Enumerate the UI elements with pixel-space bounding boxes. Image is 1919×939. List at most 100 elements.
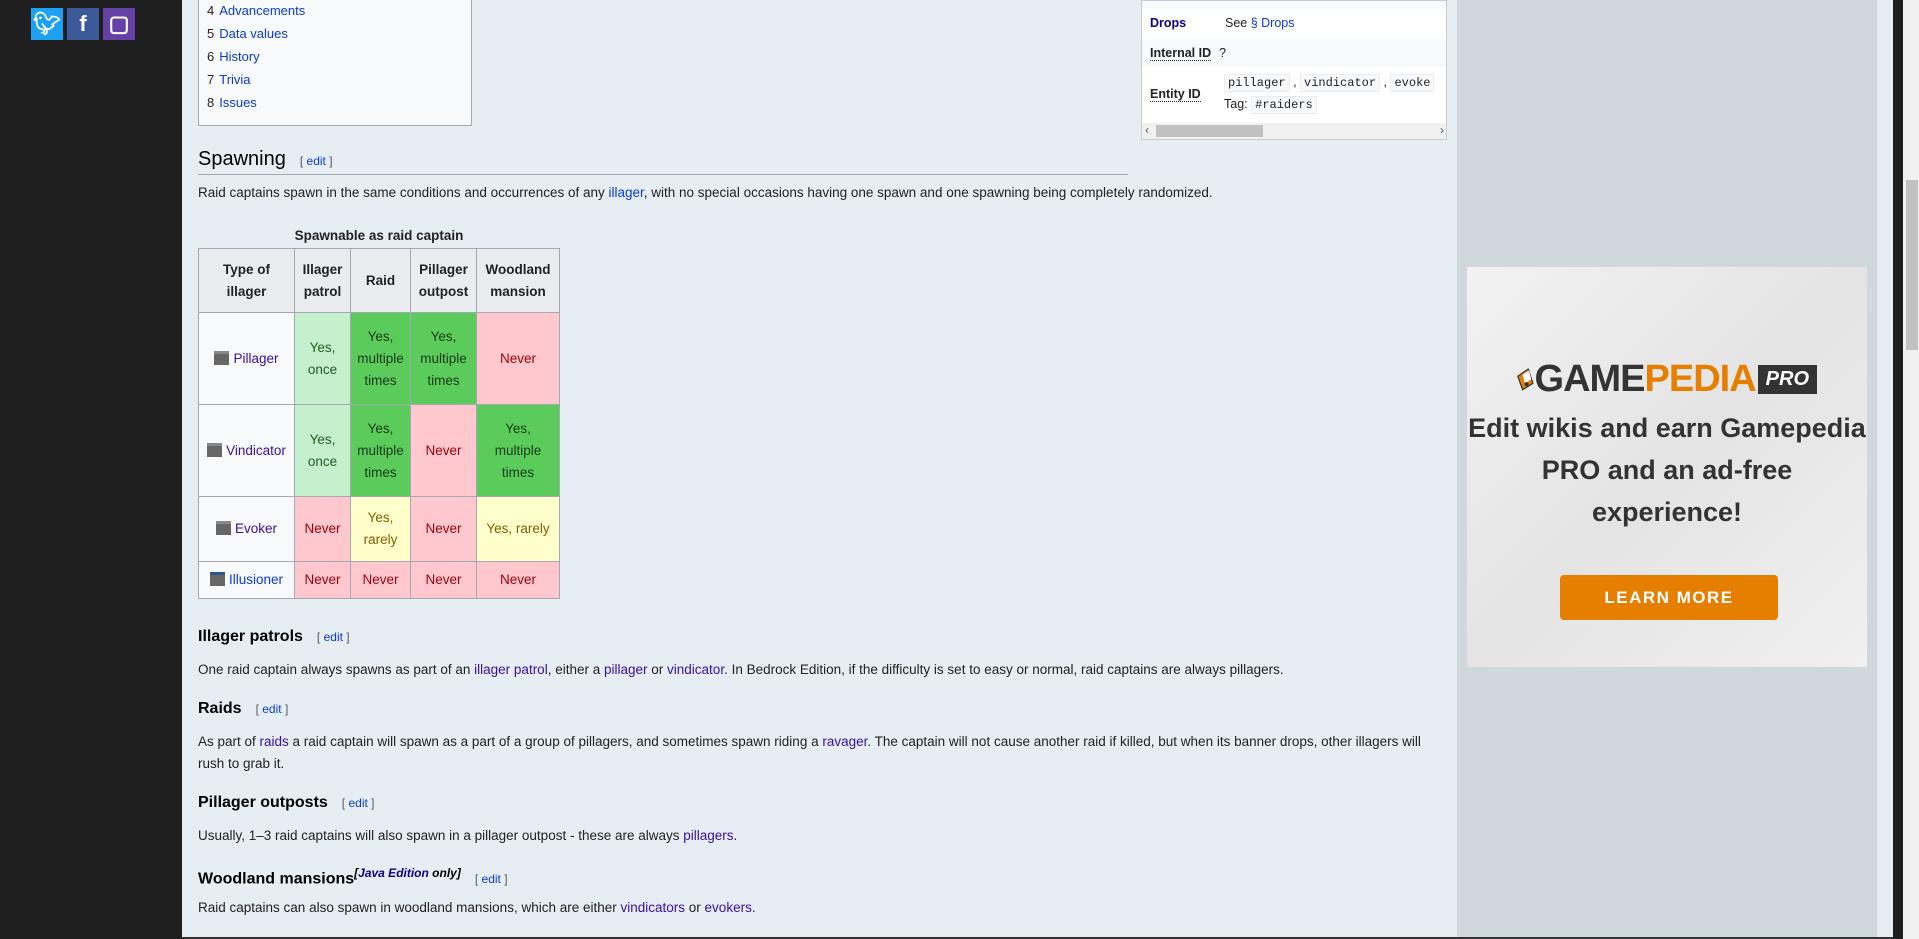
table-row: Pillager Yes, once Yes, multiple times Y…	[198, 312, 560, 405]
toc-link[interactable]: History	[219, 49, 259, 64]
gamepedia-book-icon	[1517, 368, 1534, 391]
gamepedia-pro-logo: GAME PEDIA PRO	[1517, 349, 1817, 409]
drops-prefix: See	[1225, 16, 1248, 30]
spawn-table: Type of illager Illager patrol Raid Pill…	[198, 248, 560, 599]
table-caption: Spawnable as raid captain	[294, 228, 464, 243]
social-links: 🐦︎ f ▢	[31, 8, 135, 40]
tag-value: #raiders	[1251, 96, 1317, 114]
toc-link[interactable]: Issues	[219, 95, 257, 110]
evoker-icon	[215, 521, 231, 535]
scroll-right-icon[interactable]: ›	[1440, 123, 1444, 137]
table-row: Vindicator Yes, once Yes, multiple times…	[198, 404, 560, 497]
section-heading-pillager-outposts: Pillager outposts[ edit ]	[198, 794, 375, 811]
edit-link[interactable]: edit	[482, 872, 501, 886]
table-cell: Yes, rarely	[350, 496, 411, 562]
table-cell: Never	[476, 561, 560, 599]
column-header: Raid	[350, 248, 411, 313]
edit-link[interactable]: edit	[262, 702, 281, 716]
twitch-icon[interactable]: ▢	[103, 8, 135, 40]
pillagers-link[interactable]: pillagers	[683, 828, 733, 843]
section-heading-woodland-mansions: Woodland mansions[Java Edition only][ ed…	[198, 866, 508, 888]
table-cell: Yes, multiple times	[410, 312, 477, 405]
mob-link[interactable]: Illusioner	[229, 572, 283, 587]
vindicators-link[interactable]: vindicators	[621, 900, 686, 915]
ad-headline: Edit wikis and earn Gamepedia PRO and an…	[1468, 413, 1866, 527]
column-header: Type of illager	[198, 248, 295, 313]
toc-item[interactable]: 6 History	[207, 45, 471, 68]
mob-link[interactable]: Evoker	[235, 521, 277, 536]
table-cell: Never	[350, 561, 411, 599]
infobox: Drops See § Drops Internal ID? Entity ID …	[1141, 0, 1447, 140]
patrols-paragraph: One raid captain always spawns as part o…	[198, 662, 1284, 677]
infobox-scroll-thumb[interactable]	[1156, 125, 1263, 137]
toc-item[interactable]: 4 Advancements	[207, 0, 471, 22]
gutter	[1877, 0, 1893, 937]
learn-more-button[interactable]: LEARN MORE	[1560, 575, 1778, 620]
scrollbar[interactable]	[1903, 0, 1919, 939]
table-of-contents: 4 Advancements 5 Data values 6 History 7 Tri…	[198, 0, 472, 126]
table-row: Evoker Never Yes, rarely Never Yes, rare…	[198, 496, 560, 562]
table-cell: Yes, once	[294, 312, 351, 405]
evokers-link[interactable]: evokers	[705, 900, 752, 915]
toc-num: 8	[207, 95, 215, 110]
table-cell: Yes, multiple times	[350, 404, 411, 497]
vindicator-link[interactable]: vindicator	[667, 662, 724, 677]
edit-link[interactable]: edit	[348, 796, 367, 810]
entity-id: vindicator	[1300, 74, 1381, 92]
table-cell: Never	[294, 561, 351, 599]
tag-label: Tag:	[1224, 97, 1248, 111]
illusioner-icon	[209, 572, 225, 586]
facebook-icon[interactable]: f	[67, 8, 99, 40]
toc-link[interactable]: Trivia	[219, 72, 250, 87]
pillager-icon	[214, 350, 230, 365]
raids-paragraph: As part of raids a raid captain will spa…	[198, 734, 1421, 771]
toc-num: 7	[207, 72, 215, 87]
raids-link[interactable]: raids	[260, 734, 289, 749]
scrollbar-thumb[interactable]	[1906, 180, 1918, 350]
column-header: Pillager outpost	[410, 248, 477, 313]
gamepedia-pro-ad[interactable]: GAME PEDIA PRO Edit wikis and earn Gameped…	[1467, 267, 1867, 667]
section-heading-spawning: Spawning[ edit ]	[198, 148, 333, 170]
illager-link[interactable]: illager	[608, 185, 643, 200]
toc-item[interactable]: 7 Trivia	[207, 68, 471, 91]
illager-patrol-link[interactable]: illager patrol	[474, 662, 548, 677]
internal-id-value: ?	[1219, 46, 1227, 60]
table-cell: Yes, once	[294, 404, 351, 497]
twitter-icon[interactable]: 🐦︎	[31, 8, 63, 40]
mob-link[interactable]: Vindicator	[226, 443, 286, 458]
toc-num: 5	[207, 26, 215, 41]
section-heading-raids: Raids[ edit ]	[198, 700, 289, 717]
mob-link[interactable]: Pillager	[233, 351, 278, 366]
drops-link[interactable]: § Drops	[1251, 16, 1295, 30]
outposts-paragraph: Usually, 1–3 raid captains will also spa…	[198, 828, 738, 843]
table-cell: Never	[410, 404, 477, 497]
heading-text: Spawning	[198, 148, 286, 170]
table-cell: Never	[476, 312, 560, 405]
table-cell: Never	[410, 561, 477, 599]
table-cell: Never	[294, 496, 351, 562]
ravager-link[interactable]: ravager	[822, 734, 867, 749]
edit-link[interactable]: edit	[307, 154, 326, 168]
toc-item[interactable]: 5 Data values	[207, 22, 471, 45]
scroll-left-icon[interactable]: ‹	[1145, 123, 1149, 137]
toc-item[interactable]: 8 Issues	[207, 91, 471, 114]
java-edition-link[interactable]: Java Edition	[358, 866, 429, 880]
edit-link[interactable]: edit	[324, 630, 343, 644]
internal-id-label: Internal ID	[1150, 46, 1212, 61]
entity-id: pillager	[1224, 74, 1290, 92]
infobox-scrollbar[interactable]: ‹ ›	[1142, 123, 1446, 139]
vindicator-icon	[207, 442, 223, 457]
table-cell: Yes, multiple times	[350, 312, 411, 405]
entity-id-label: Entity ID	[1150, 87, 1201, 102]
column-header: Woodland mansion	[476, 248, 560, 313]
spawning-paragraph: Raid captains spawn in the same conditio…	[198, 185, 1213, 200]
table-cell: Yes, rarely	[476, 496, 560, 562]
table-cell: Never	[410, 496, 477, 562]
toc-link[interactable]: Data values	[219, 26, 288, 41]
pillager-link[interactable]: pillager	[604, 662, 648, 677]
entity-id: evoke	[1390, 74, 1435, 92]
heading-divider	[198, 174, 1128, 175]
drops-label[interactable]: Drops	[1150, 16, 1225, 30]
toc-num: 6	[207, 49, 215, 64]
toc-link[interactable]: Advancements	[219, 3, 305, 18]
